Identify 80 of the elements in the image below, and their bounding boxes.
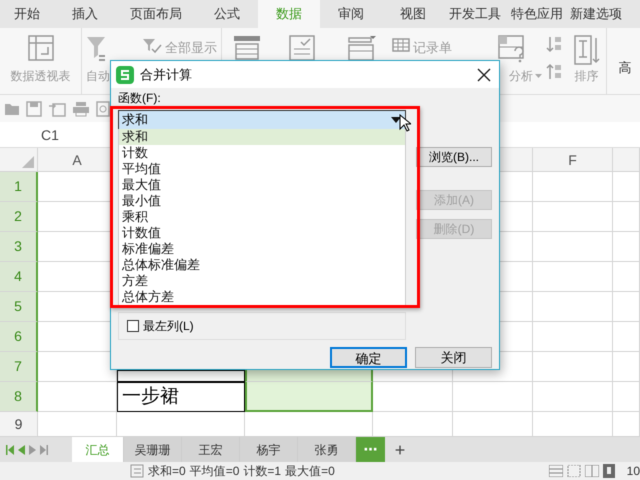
dialog-button[interactable]: 关闭 (415, 347, 492, 368)
page-view-icon[interactable] (566, 465, 581, 477)
next-sheet-icon[interactable] (29, 444, 36, 454)
rows-icon[interactable] (233, 35, 261, 61)
add-sheet-button[interactable]: + (385, 437, 415, 462)
eye-protection-icon[interactable] (602, 464, 615, 478)
table-cell (613, 382, 640, 412)
normal-view-icon[interactable] (548, 465, 563, 477)
filter-icon[interactable] (86, 35, 106, 61)
row-header[interactable]: 9 (0, 412, 38, 437)
ribbon-tab[interactable]: 开发工具 (444, 0, 506, 28)
preview-icon[interactable] (96, 100, 110, 116)
column-header[interactable]: F (533, 148, 613, 172)
ribbon-tab[interactable]: 开始 (0, 0, 54, 28)
selected-cell[interactable] (245, 382, 373, 412)
sheet-tab[interactable]: 王宏 (182, 437, 240, 462)
checkbox[interactable] (127, 320, 139, 332)
status-text: 平均值=0 (190, 463, 240, 480)
table-menu-icon[interactable] (348, 35, 376, 61)
status-text: 最大值=0 (285, 463, 335, 480)
ribbon-label[interactable]: 高 (618, 58, 632, 78)
table-cell (613, 352, 640, 382)
dropdown-option[interactable]: 方差 (119, 273, 405, 289)
caret-icon[interactable] (535, 74, 542, 78)
sort-icon[interactable] (574, 35, 600, 65)
sheet-tab[interactable]: 汇总 (72, 437, 124, 462)
table-cell: 一步裙 (117, 382, 245, 412)
dialog-button[interactable]: 确定 (330, 347, 407, 368)
dropdown-option[interactable]: 最小值 (119, 193, 405, 209)
ribbon-tab[interactable]: 审阅 (320, 0, 382, 28)
list-icon[interactable] (130, 464, 144, 478)
folder-icon[interactable] (4, 102, 20, 116)
sheet-tab[interactable]: 杨宇 (240, 437, 298, 462)
table-cell (613, 202, 640, 232)
table-cell (613, 292, 640, 322)
select-all-icon[interactable] (22, 156, 34, 168)
column-header[interactable] (613, 148, 640, 172)
first-sheet-icon[interactable] (6, 444, 14, 454)
table-cell (613, 172, 640, 202)
checkbox-label[interactable]: 最左列(L) (143, 317, 194, 335)
dropdown-option[interactable]: 最大值 (119, 177, 405, 193)
grid-icon[interactable] (392, 38, 410, 52)
table-cell (613, 232, 640, 262)
last-sheet-icon[interactable] (40, 444, 48, 454)
dropdown-option[interactable]: 计数 (119, 145, 405, 161)
dropdown-option[interactable]: 标准偏差 (119, 241, 405, 257)
table-cell (613, 262, 640, 292)
pivot-table-icon[interactable] (28, 35, 54, 61)
ribbon-tab[interactable]: 页面布局 (116, 0, 196, 28)
checklist-icon[interactable] (289, 35, 315, 61)
export-icon[interactable] (48, 100, 66, 116)
field-label: 函数(F): (118, 90, 161, 106)
close-icon (477, 68, 491, 82)
status-text: 计数=1 (243, 463, 282, 480)
name-box[interactable]: C1 (0, 122, 100, 147)
sheet-tab[interactable]: 吴珊珊 (124, 437, 182, 462)
ribbon-tab[interactable]: 公式 (196, 0, 258, 28)
dropdown-option[interactable]: 计数值 (119, 225, 405, 241)
status-text: 求和=0 (148, 463, 186, 480)
spreadsheet-logo-icon (116, 66, 134, 84)
dropdown-option[interactable]: 总体标准偏差 (119, 257, 405, 273)
dropdown-option[interactable]: 平均值 (119, 161, 405, 177)
selected-cell[interactable] (245, 370, 373, 382)
ribbon-tab[interactable]: 插入 (54, 0, 116, 28)
layout-view-icon[interactable] (584, 465, 599, 477)
dropdown-option[interactable]: 求和 (119, 129, 405, 145)
ribbon-tab[interactable]: 特色应用 (506, 0, 568, 28)
dialog-title: 合并计算 (140, 66, 192, 84)
ribbon-tab[interactable]: 新建选项 (568, 0, 624, 28)
dropdown-option[interactable]: 总体方差 (119, 289, 405, 305)
filter-check-icon[interactable] (142, 38, 162, 54)
previous-sheet-icon[interactable] (18, 444, 25, 454)
dropdown-option[interactable]: 乘积 (119, 209, 405, 225)
dropdown-arrow-icon[interactable] (391, 117, 401, 123)
save-icon[interactable] (26, 100, 42, 116)
table-cell (613, 322, 640, 352)
sheet-tab[interactable]: 张勇 (298, 437, 356, 462)
ribbon-tab[interactable]: 视图 (382, 0, 444, 28)
zoom-level: 10 (626, 463, 640, 480)
print-icon[interactable] (72, 100, 90, 116)
